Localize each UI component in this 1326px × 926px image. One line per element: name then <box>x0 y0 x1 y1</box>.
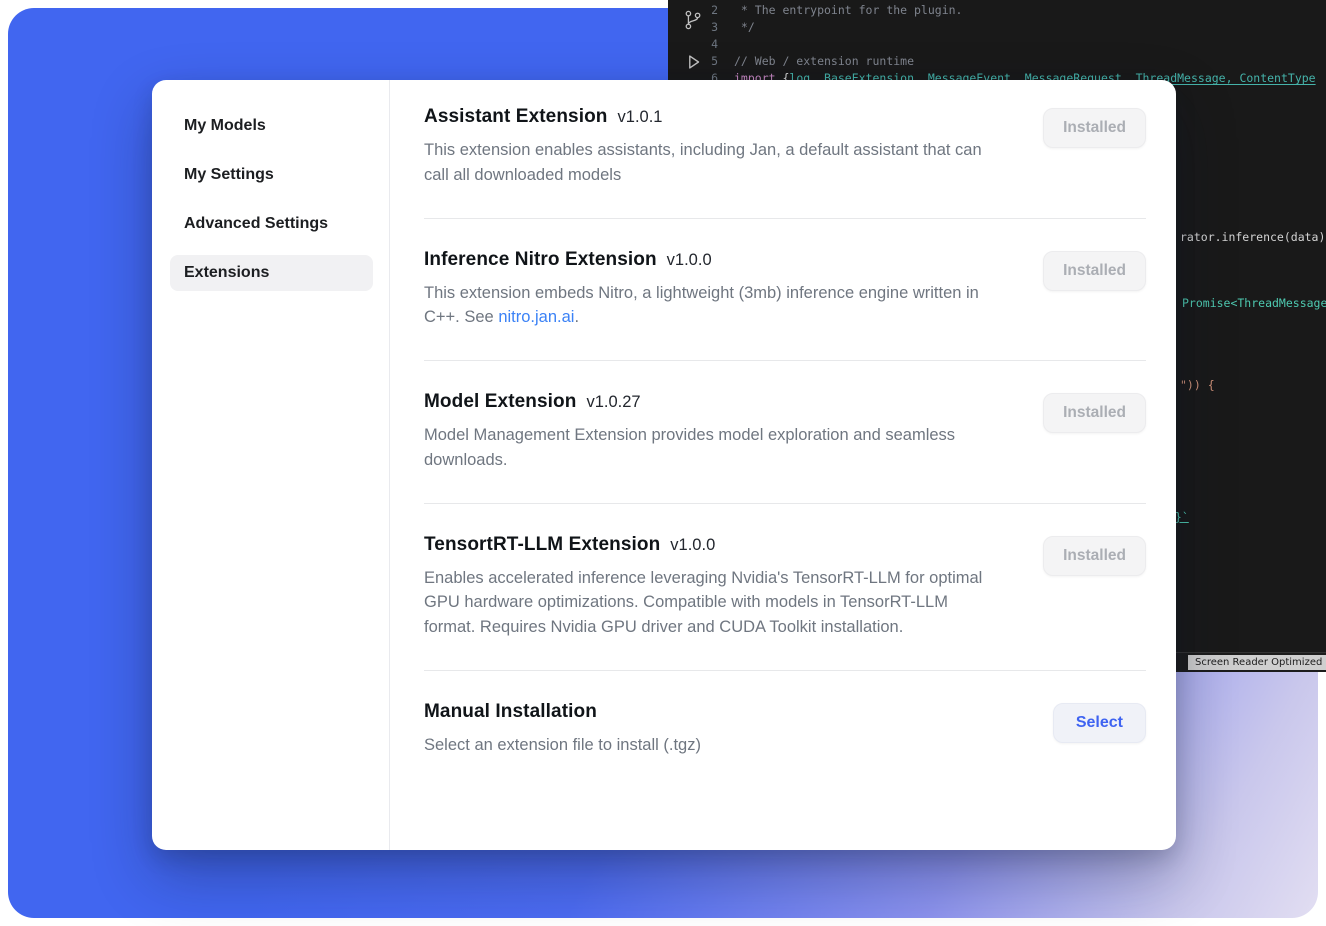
sidebar-item-my-settings[interactable]: My Settings <box>170 157 373 193</box>
manual-installation-title: Manual Installation <box>424 701 597 723</box>
section-divider <box>424 503 1146 504</box>
extension-title: Inference Nitro Extension <box>424 249 657 271</box>
screen-reader-badge[interactable]: Screen Reader Optimized <box>1188 655 1326 670</box>
description-text: . <box>574 308 579 326</box>
extension-version: v1.0.1 <box>618 108 663 127</box>
extension-description: This extension enables assistants, inclu… <box>424 138 999 188</box>
code-line-2: 2 * The entrypoint for the plugin. <box>668 2 1326 19</box>
extension-section-model: Model Extension v1.0.27 Model Management… <box>424 391 1146 473</box>
sidebar-item-extensions[interactable]: Extensions <box>170 255 373 291</box>
nitro-link[interactable]: nitro.jan.ai <box>498 308 574 326</box>
code-line-4: 4 <box>668 36 1326 53</box>
extension-version: v1.0.0 <box>670 536 715 555</box>
section-divider <box>424 218 1146 219</box>
settings-modal: My Models My Settings Advanced Settings … <box>152 80 1176 850</box>
extension-info: Inference Nitro Extension v1.0.0 This ex… <box>424 249 999 331</box>
select-file-button[interactable]: Select <box>1053 703 1146 743</box>
code-text: */ <box>734 19 755 36</box>
installed-button[interactable]: Installed <box>1043 108 1146 148</box>
code-line-3: 3 */ <box>668 19 1326 36</box>
section-divider <box>424 670 1146 671</box>
extension-version: v1.0.27 <box>586 393 640 412</box>
code-block: 2 * The entrypoint for the plugin. 3 */ … <box>668 2 1326 87</box>
manual-installation-info: Manual Installation Select an extension … <box>424 701 701 758</box>
line-number: 2 <box>668 2 734 19</box>
manual-installation-section: Manual Installation Select an extension … <box>424 701 1146 758</box>
extension-section-assistant: Assistant Extension v1.0.1 This extensio… <box>424 106 1146 188</box>
sidebar-item-advanced-settings[interactable]: Advanced Settings <box>170 206 373 242</box>
installed-button[interactable]: Installed <box>1043 393 1146 433</box>
extension-info: Assistant Extension v1.0.1 This extensio… <box>424 106 999 188</box>
installed-button[interactable]: Installed <box>1043 536 1146 576</box>
settings-sidebar: My Models My Settings Advanced Settings … <box>152 80 390 850</box>
code-fragment-string: ")) { <box>1180 378 1215 393</box>
manual-installation-description: Select an extension file to install (.tg… <box>424 733 701 758</box>
section-divider <box>424 360 1146 361</box>
extension-description: Enables accelerated inference leveraging… <box>424 566 999 640</box>
extension-section-tensorrt: TensortRT-LLM Extension v1.0.0 Enables a… <box>424 534 1146 640</box>
installed-button[interactable]: Installed <box>1043 251 1146 291</box>
line-number: 5 <box>668 53 734 70</box>
line-number: 3 <box>668 19 734 36</box>
extensions-panel: Assistant Extension v1.0.1 This extensio… <box>390 80 1176 850</box>
page: 2 * The entrypoint for the plugin. 3 */ … <box>0 0 1326 926</box>
line-number: 4 <box>668 36 734 53</box>
extension-info: Model Extension v1.0.27 Model Management… <box>424 391 999 473</box>
extension-info: TensortRT-LLM Extension v1.0.0 Enables a… <box>424 534 999 640</box>
code-fragment-inference: rator.inference(data)); <box>1180 230 1326 245</box>
extension-section-nitro: Inference Nitro Extension v1.0.0 This ex… <box>424 249 1146 331</box>
extension-version: v1.0.0 <box>667 251 712 270</box>
extension-description: This extension embeds Nitro, a lightweig… <box>424 281 999 331</box>
extension-description: Model Management Extension provides mode… <box>424 423 999 473</box>
sidebar-item-my-models[interactable]: My Models <box>170 108 373 144</box>
extension-title: Model Extension <box>424 391 576 413</box>
code-text: * The entrypoint for the plugin. <box>734 2 962 19</box>
extension-title: Assistant Extension <box>424 106 608 128</box>
code-fragment-promise: Promise<ThreadMessage> <box>1182 296 1326 311</box>
code-text: // Web / extension runtime <box>734 53 914 70</box>
extension-title: TensortRT-LLM Extension <box>424 534 660 556</box>
code-line-5: 5 // Web / extension runtime <box>668 53 1326 70</box>
